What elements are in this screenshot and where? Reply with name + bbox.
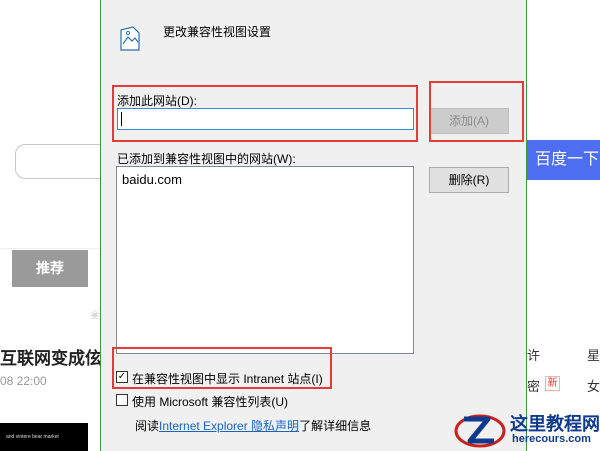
privacy-statement-link[interactable]: Internet Explorer 隐私声明 [159, 419, 299, 433]
side-char: 女 [587, 379, 600, 394]
side-char: 星 [587, 348, 600, 363]
highlight-add-site [112, 85, 418, 142]
highlight-intranet [112, 347, 332, 389]
news-thumbnail[interactable]: and vintere bear market [0, 423, 88, 451]
background-search-input[interactable] [15, 144, 105, 179]
news-time: 08 22:00 [0, 374, 47, 388]
ms-list-checkbox-label[interactable]: 使用 Microsoft 兼容性列表(U) [132, 393, 288, 410]
watermark-subtitle: herecours.com [512, 433, 591, 445]
dialog-title: 更改兼容性视图设置 [163, 25, 272, 39]
added-sites-label: 已添加到兼容性视图中的网站(W): [117, 152, 296, 166]
new-badge: 新 [545, 376, 560, 391]
added-sites-list[interactable]: baidu.com [116, 166, 414, 354]
news-headline[interactable]: 互联网变成伭 [0, 344, 102, 369]
paw-icon: ❀ [90, 308, 101, 322]
highlight-add-button [429, 81, 524, 142]
ms-list-checkbox[interactable] [116, 394, 128, 406]
read-prefix: 阅读 [135, 419, 160, 433]
side-char: 许 [527, 348, 541, 363]
recommend-tab[interactable]: 推荐 [12, 250, 88, 287]
list-item[interactable]: baidu.com [122, 172, 182, 187]
background-divider [0, 248, 100, 249]
remove-button[interactable]: 删除(R) [429, 167, 509, 193]
side-char: 密 [527, 379, 541, 394]
privacy-line: 阅读Internet Explorer 隐私声明了解详细信息 [135, 417, 371, 434]
read-suffix: 了解详细信息 [299, 419, 372, 433]
baidu-search-button[interactable]: 百度一下 [525, 140, 600, 180]
document-picture-icon [120, 26, 140, 51]
